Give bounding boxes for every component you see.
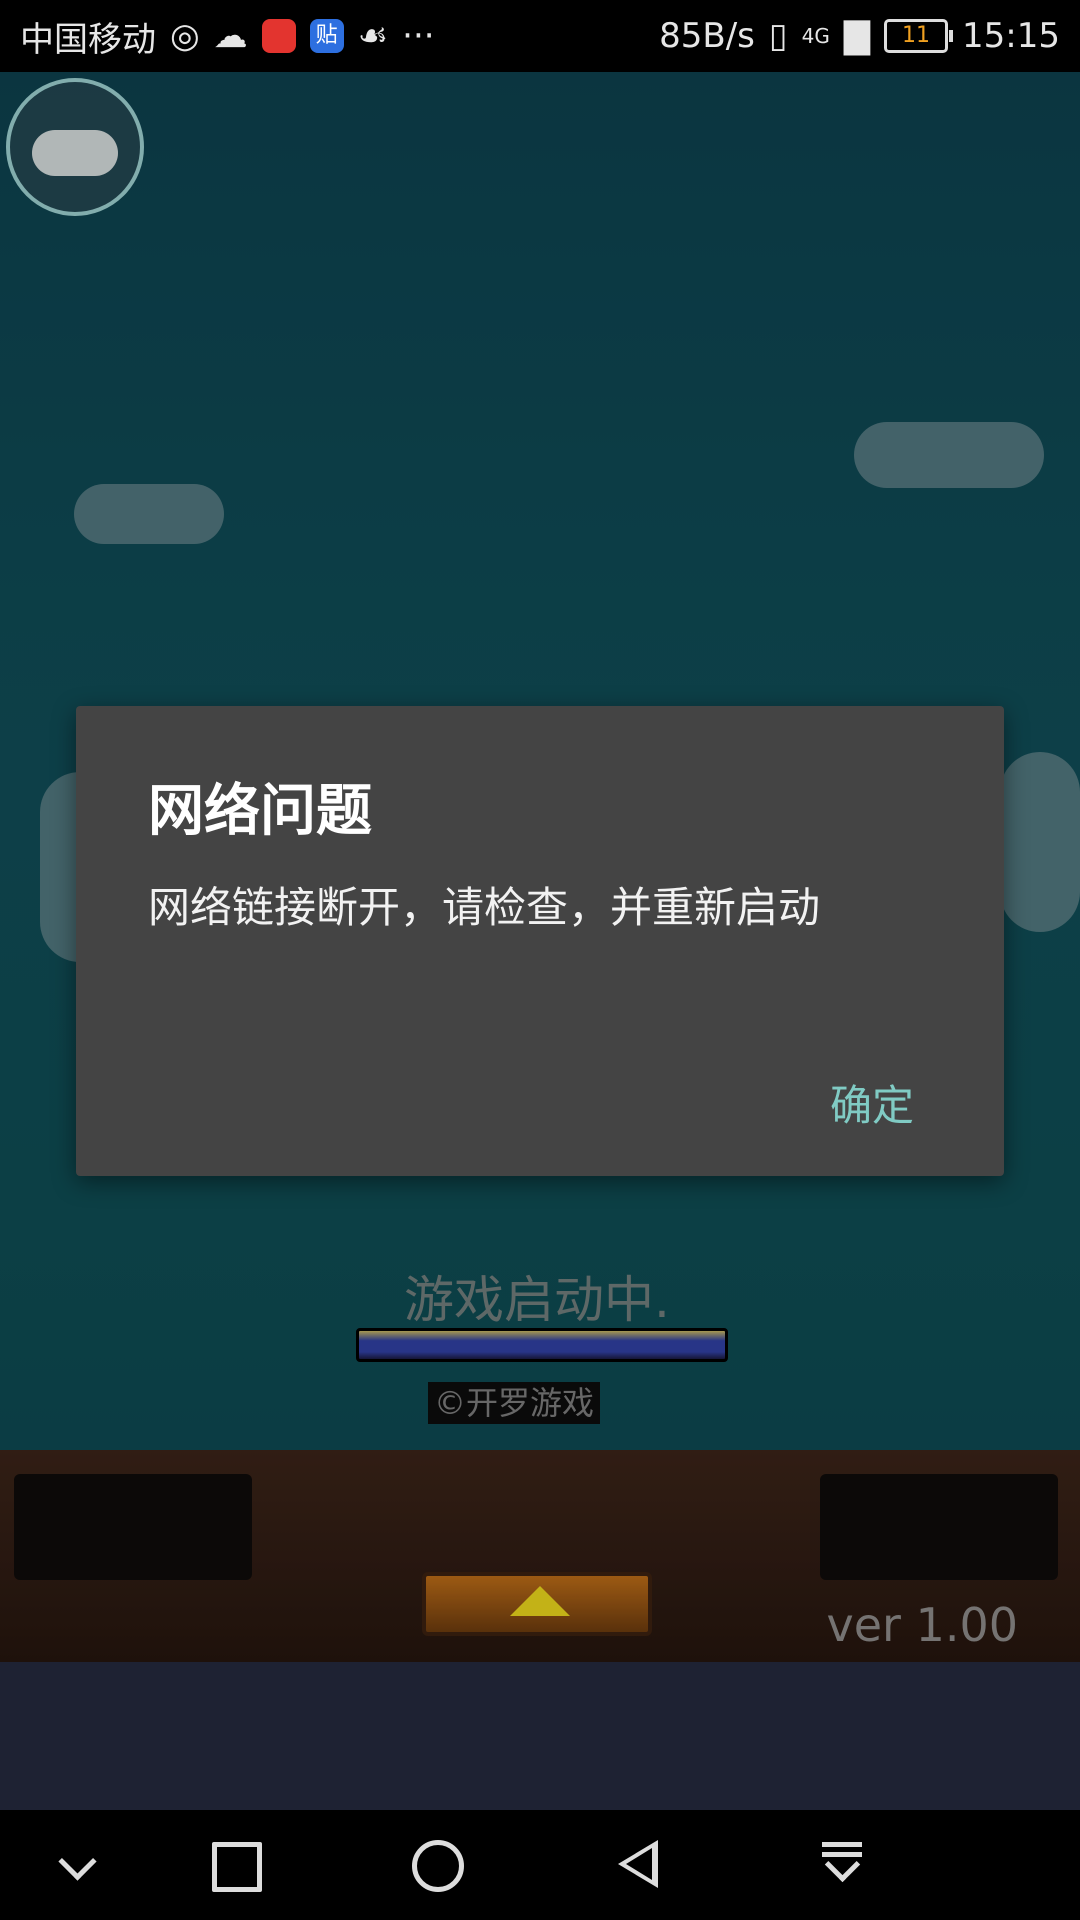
empty-area: [0, 1662, 1080, 1810]
home-icon[interactable]: [410, 1838, 470, 1898]
squirrel-icon: ☙: [357, 16, 389, 56]
dialog-message: 网络链接断开，请检查，并重新启动: [148, 883, 821, 932]
vibrate-icon: ▯: [768, 16, 788, 56]
status-bar: 中国移动 ◎ ☁ 贴 ☙ ··· 85B/s ▯ 4G ▇ 11 15:15: [0, 0, 1080, 72]
spiral-icon: ◎: [170, 16, 200, 56]
recent-apps-icon[interactable]: [208, 1838, 268, 1898]
more-notifications: ···: [402, 16, 435, 56]
network-error-dialog: 网络问题 网络链接断开，请检查，并重新启动 确定: [76, 706, 1004, 1176]
status-right: 85B/s ▯ 4G ▇ 11 15:15: [659, 0, 1060, 72]
battery-level: 11: [902, 23, 931, 48]
dialog-title: 网络问题: [148, 779, 372, 844]
battery-icon: 11: [884, 19, 954, 53]
weibo-icon: [261, 19, 296, 53]
ok-button[interactable]: 确定: [830, 1072, 914, 1133]
chevron-down-icon[interactable]: [52, 1838, 112, 1898]
clock: 15:15: [962, 16, 1060, 56]
weather-icon: ☁: [213, 16, 248, 56]
tieba-icon: 贴: [309, 19, 344, 53]
carrier-label: 中国移动: [20, 19, 156, 60]
pull-down-icon[interactable]: [818, 1838, 878, 1898]
signal-icon: ▇: [843, 16, 871, 56]
network-type: 4G: [801, 24, 830, 48]
back-icon[interactable]: [612, 1838, 672, 1898]
status-left: 中国移动 ◎ ☁ 贴 ☙ ···: [20, 0, 435, 72]
net-speed: 85B/s: [659, 16, 755, 56]
navigation-bar: [0, 1810, 1080, 1920]
